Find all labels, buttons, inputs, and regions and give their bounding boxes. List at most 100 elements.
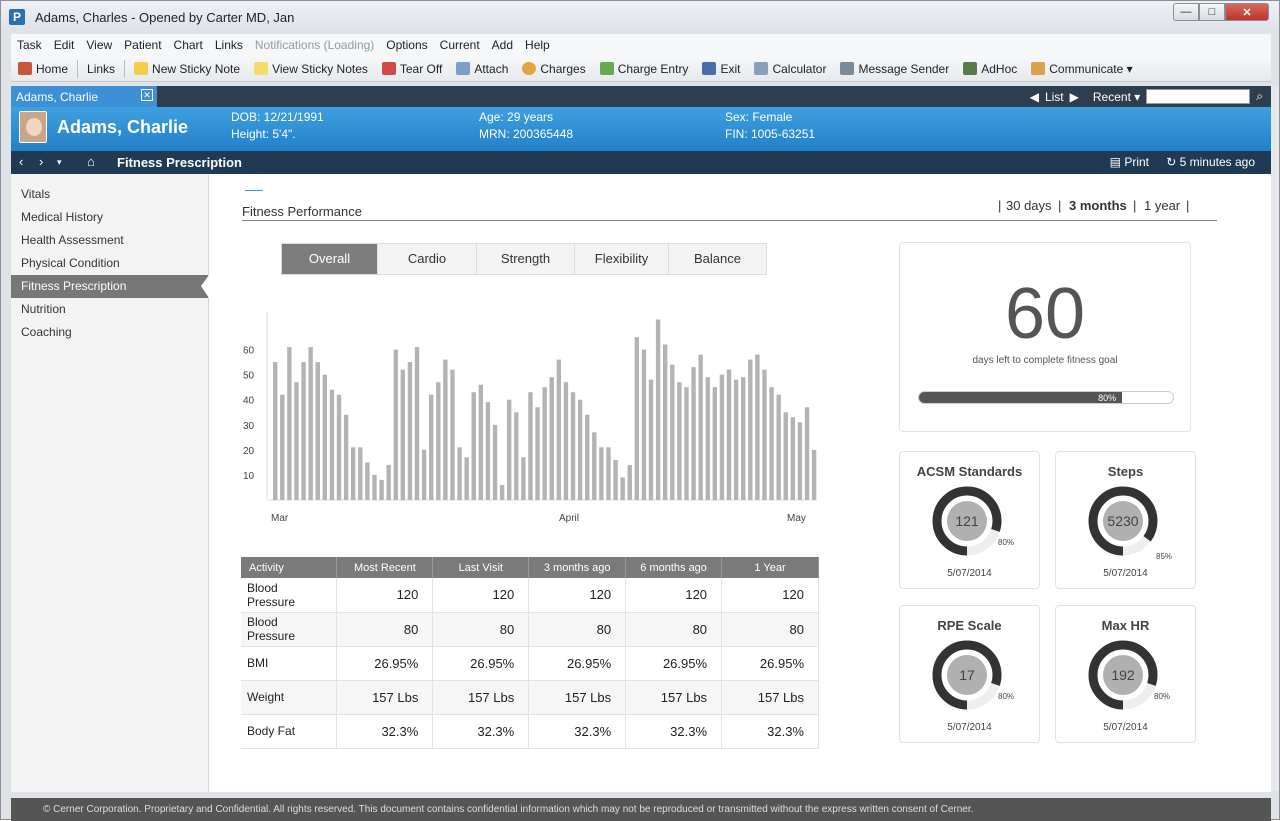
attach-label: Attach <box>474 61 509 76</box>
tear-off-button[interactable]: Tear Off <box>381 62 442 76</box>
nav-forward-icon[interactable]: › <box>39 154 43 169</box>
height: Height: 5'4". <box>231 127 296 141</box>
chart-bar <box>365 462 370 500</box>
chart-bar <box>776 394 781 500</box>
metric-percent: 80% <box>998 692 1015 701</box>
chart-bar <box>414 347 420 500</box>
range-separator: | <box>998 198 1002 213</box>
col-activity: Activity <box>241 557 338 578</box>
tab-cardio[interactable]: Cardio <box>378 244 477 274</box>
tab-flexibility[interactable]: Flexibility <box>575 244 669 274</box>
menu-notifications[interactable]: Notifications (Loading) <box>255 38 374 52</box>
range-1-year[interactable]: 1 year <box>1144 198 1180 213</box>
communicate-button[interactable]: Communicate ▾ <box>1031 62 1133 76</box>
close-tab-icon[interactable]: ✕ <box>141 89 153 101</box>
tab-overall[interactable]: Overall <box>282 244 378 274</box>
menu-chart[interactable]: Chart <box>174 38 203 52</box>
chart-bar <box>726 369 732 500</box>
search-icon[interactable]: ⌕ <box>1256 89 1263 104</box>
y-tick-label: 50 <box>243 371 255 382</box>
chart-bar <box>670 364 675 500</box>
charges-button[interactable]: Charges <box>522 62 586 76</box>
chart-bar <box>280 394 285 500</box>
home-button[interactable]: Home <box>18 62 68 76</box>
menu-edit[interactable]: Edit <box>54 38 75 52</box>
exit-button[interactable]: Exit <box>702 62 740 76</box>
toolbar: Home Links New Sticky Note View Sticky N… <box>11 56 1271 82</box>
menu-options[interactable]: Options <box>386 38 427 52</box>
patient-banner: Adams, Charlie DOB: 12/21/1991 Height: 5… <box>11 107 1271 151</box>
calculator-button[interactable]: Calculator <box>754 62 826 76</box>
chart-bar <box>499 484 505 500</box>
metric-date: 5/07/2014 <box>1103 568 1148 579</box>
menu-links[interactable]: Links <box>215 38 243 52</box>
sidebar-item-fitness-prescription[interactable]: Fitness Prescription <box>11 275 209 298</box>
charge-entry-button[interactable]: Charge Entry <box>599 62 688 76</box>
adhoc-button[interactable]: AdHoc <box>963 62 1017 76</box>
attach-button[interactable]: Attach <box>456 62 508 76</box>
value-cell: 157 Lbs <box>432 680 530 715</box>
menu-view[interactable]: View <box>86 38 112 52</box>
nav-dropdown-icon[interactable]: ▾ <box>57 157 62 168</box>
close-window-button[interactable]: ✕ <box>1225 3 1269 21</box>
chart-bar <box>273 362 278 500</box>
patient-tab[interactable]: Adams, Charlie <box>11 86 157 107</box>
value-cell: 80 <box>432 612 530 647</box>
back-arrow-icon[interactable]: ◀ <box>1030 90 1039 104</box>
value-cell: 157 Lbs <box>721 680 819 715</box>
tab-balance[interactable]: Balance <box>669 244 766 274</box>
tab-strength[interactable]: Strength <box>477 244 575 274</box>
search-input[interactable] <box>1146 89 1251 104</box>
metric-percent: 80% <box>1154 692 1171 701</box>
nav-back-icon[interactable]: ‹ <box>19 154 23 169</box>
chart-bar <box>336 394 342 500</box>
window-scrollbar[interactable] <box>1271 86 1279 791</box>
view-sticky-notes-button[interactable]: View Sticky Notes <box>254 62 368 76</box>
minimize-button[interactable]: — <box>1173 3 1199 21</box>
forward-arrow-icon[interactable]: ▶ <box>1070 90 1079 104</box>
table-row: Weight 157 Lbs 157 Lbs 157 Lbs 157 Lbs 157 Lb… <box>241 680 819 715</box>
metric-card[interactable]: RPE Scale 17 80% 5/07/2014 <box>899 605 1040 743</box>
metric-date: 5/07/2014 <box>947 722 992 733</box>
metric-percent: 85% <box>1156 552 1173 561</box>
menu-help[interactable]: Help <box>525 38 550 52</box>
section-divider <box>242 220 1217 221</box>
metric-card[interactable]: Steps 5230 85% 5/07/2014 <box>1055 451 1196 589</box>
sidebar-item-vitals[interactable]: Vitals <box>11 183 208 206</box>
metric-title: Steps <box>1107 464 1144 479</box>
communicate-icon <box>1031 62 1046 75</box>
range-3-months[interactable]: 3 months <box>1069 198 1127 213</box>
range-30-days[interactable]: 30 days <box>1006 198 1052 213</box>
metric-value: 5230 <box>1107 513 1139 529</box>
metric-card[interactable]: ACSM Standards 121 80% 5/07/2014 <box>899 451 1040 589</box>
recent-button[interactable]: Recent ▾ <box>1093 90 1140 104</box>
message-sender-button[interactable]: Message Sender <box>840 62 949 76</box>
metric-card[interactable]: Max HR 192 80% 5/07/2014 <box>1055 605 1196 743</box>
refresh-button[interactable]: ↻ 5 minutes ago <box>1166 155 1255 169</box>
col-3-months: 3 months ago <box>528 557 627 578</box>
menu-current[interactable]: Current <box>440 38 480 52</box>
maximize-button[interactable]: □ <box>1199 3 1225 21</box>
table-row: BMI 26.95% 26.95% 26.95% 26.95% 26.95% <box>241 646 819 681</box>
home-nav-icon[interactable]: ⌂ <box>87 154 95 169</box>
chart-bar <box>748 359 753 500</box>
sidebar-item-physical-condition[interactable]: Physical Condition <box>11 252 208 275</box>
activity-name-cell: Blood Pressure <box>241 612 338 647</box>
col-1-year: 1 Year <box>721 557 819 578</box>
menu-task[interactable]: Task <box>17 38 42 52</box>
chart-bar <box>450 369 455 500</box>
new-sticky-note-button[interactable]: New Sticky Note <box>134 62 240 76</box>
menu-patient[interactable]: Patient <box>124 38 161 52</box>
list-button[interactable]: List <box>1045 90 1064 104</box>
sidebar-item-health-assessment[interactable]: Health Assessment <box>11 229 208 252</box>
value-cell: 32.3% <box>432 714 530 749</box>
sidebar-item-nutrition[interactable]: Nutrition <box>11 298 208 321</box>
chart-bar <box>393 349 398 500</box>
chart-bar <box>684 387 689 500</box>
sidebar-item-coaching[interactable]: Coaching <box>11 321 208 344</box>
sidebar-item-medical-history[interactable]: Medical History <box>11 206 208 229</box>
links-button[interactable]: Links <box>87 62 115 76</box>
menu-add[interactable]: Add <box>492 38 513 52</box>
metric-date: 5/07/2014 <box>1103 722 1148 733</box>
print-button[interactable]: ▤ Print <box>1110 155 1149 169</box>
